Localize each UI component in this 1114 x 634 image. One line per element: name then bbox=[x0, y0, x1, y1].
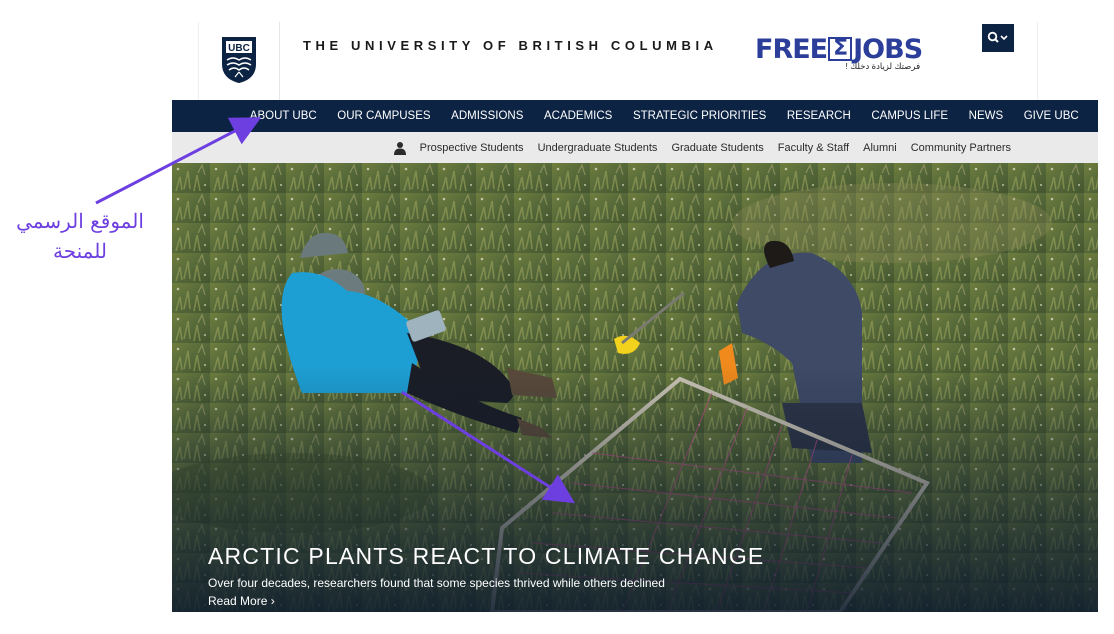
ubc-shield-logo: UBC bbox=[222, 37, 256, 84]
nav-campus-life[interactable]: CAMPUS LIFE bbox=[861, 100, 958, 132]
read-more-link[interactable]: Read More › bbox=[208, 594, 275, 608]
nav-research[interactable]: RESEARCH bbox=[777, 100, 862, 132]
nav-our-campuses[interactable]: OUR CAMPUSES bbox=[327, 100, 441, 132]
watermark-brand: FREE bbox=[755, 34, 828, 65]
annotation-line-2: للمنحة bbox=[53, 239, 107, 263]
nav-admissions[interactable]: ADMISSIONS bbox=[441, 100, 534, 132]
nav-academics[interactable]: ACADEMICS bbox=[534, 100, 623, 132]
hero-banner[interactable]: ARCTIC PLANTS REACT TO CLIMATE CHANGE Ov… bbox=[172, 163, 1098, 612]
audience-graduate-students[interactable]: Graduate Students bbox=[664, 142, 770, 154]
watermark-logo: FREE Σ JOBS فرصتك لزيادة دخلك ! bbox=[755, 34, 923, 72]
arabic-annotation: الموقع الرسمي للمنحة bbox=[0, 206, 160, 266]
nav-about-ubc[interactable]: ABOUT UBC bbox=[239, 100, 326, 132]
audience-community-partners[interactable]: Community Partners bbox=[904, 142, 1018, 154]
audience-nav: Prospective Students Undergraduate Stude… bbox=[172, 132, 1098, 163]
site-header: UBC THE UNIVERSITY OF BRITISH COLUMBIA F… bbox=[198, 22, 1038, 100]
hero-title[interactable]: ARCTIC PLANTS REACT TO CLIMATE CHANGE bbox=[208, 543, 764, 570]
nav-news[interactable]: NEWS bbox=[958, 100, 1013, 132]
logo-text: UBC bbox=[228, 43, 250, 54]
hero-subtitle: Over four decades, researchers found tha… bbox=[208, 576, 665, 590]
chevron-down-icon bbox=[1000, 35, 1008, 41]
audience-undergraduate-students[interactable]: Undergraduate Students bbox=[531, 142, 665, 154]
watermark-brand-symbol: Σ bbox=[828, 37, 853, 61]
university-name[interactable]: THE UNIVERSITY OF BRITISH COLUMBIA bbox=[303, 38, 718, 53]
audience-alumni[interactable]: Alumni bbox=[856, 142, 904, 154]
search-button[interactable] bbox=[982, 24, 1014, 52]
ubc-logo-link[interactable]: UBC bbox=[199, 22, 280, 100]
nav-strategic-priorities[interactable]: STRATEGIC PRIORITIES bbox=[623, 100, 777, 132]
search-icon bbox=[987, 31, 1008, 43]
audience-prospective-students[interactable]: Prospective Students bbox=[413, 142, 531, 154]
annotation-line-1: الموقع الرسمي bbox=[16, 209, 144, 233]
nav-give-ubc[interactable]: GIVE UBC bbox=[1013, 100, 1089, 132]
main-nav: ABOUT UBC OUR CAMPUSES ADMISSIONS ACADEM… bbox=[172, 100, 1098, 132]
audience-faculty-staff[interactable]: Faculty & Staff bbox=[771, 142, 856, 154]
person-icon bbox=[393, 141, 406, 155]
